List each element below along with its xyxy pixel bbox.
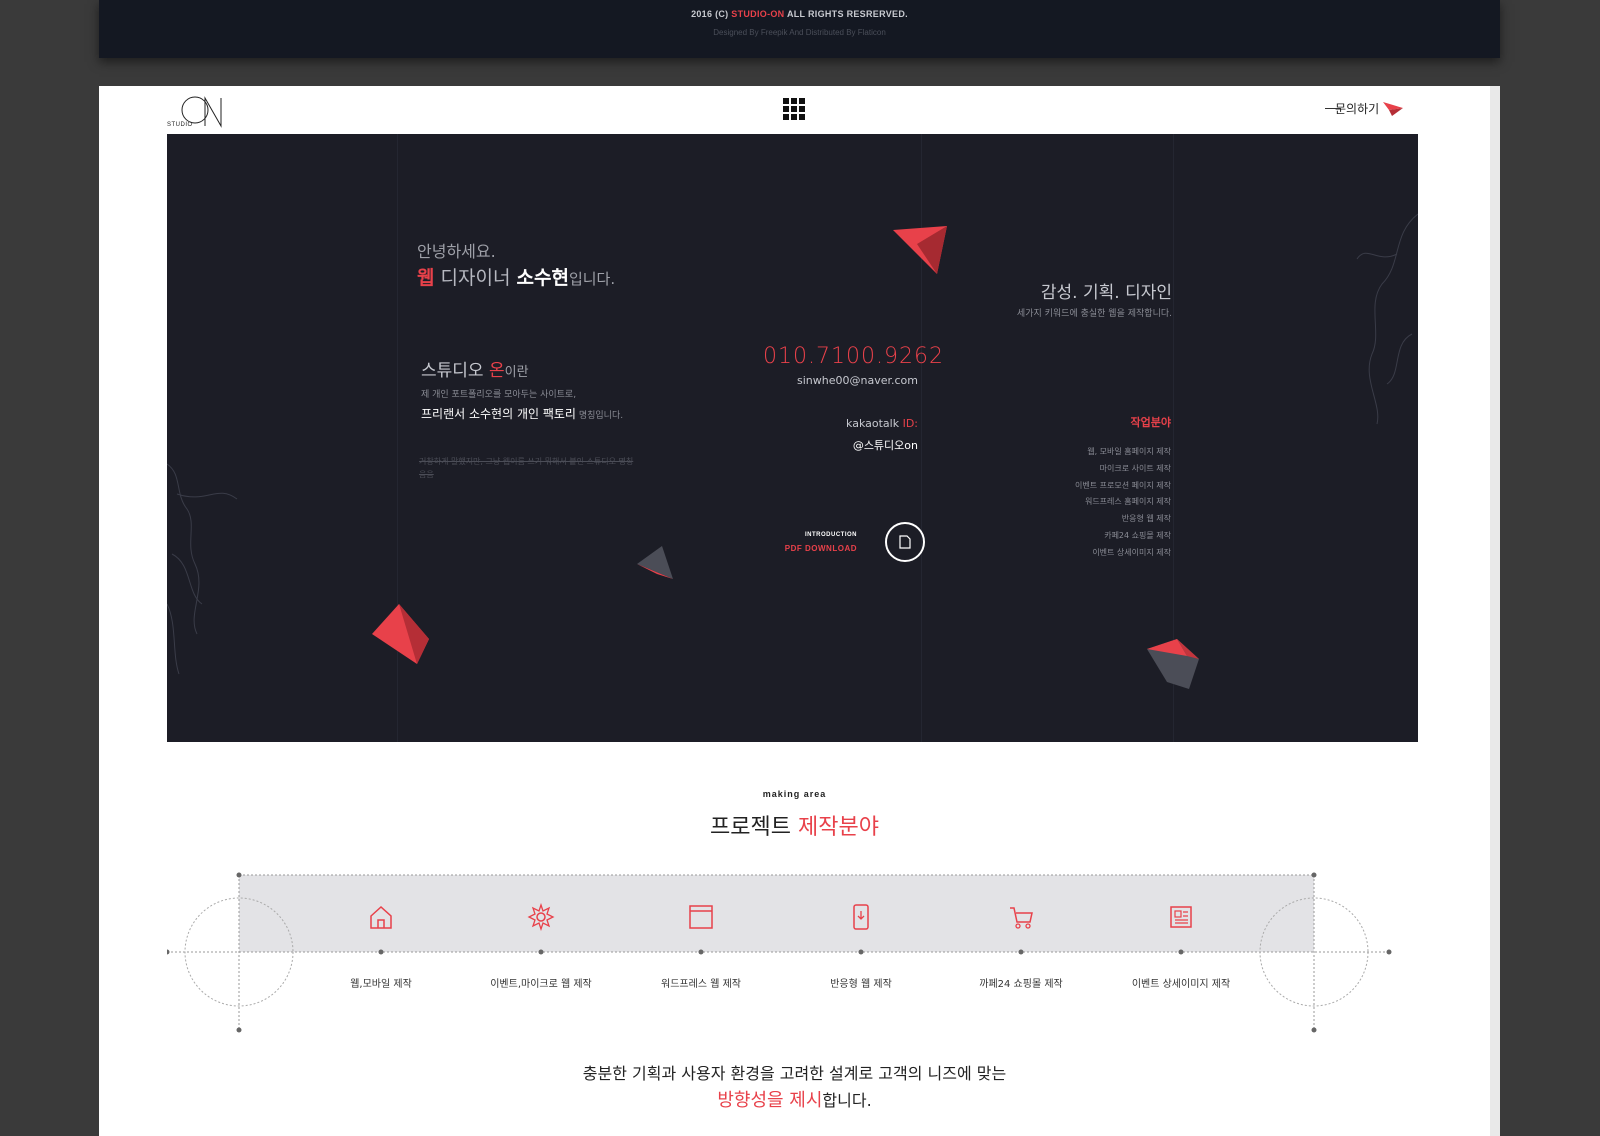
pdf-download-button[interactable]	[885, 522, 925, 562]
hero-banner: 안녕하세요. 웹 디자이너 소수현입니다. 스튜디오 온이란 제 개인 포트폴리…	[167, 134, 1418, 742]
email-address[interactable]: sinwhe00@naver.com	[763, 374, 918, 387]
section-title-red: 제작분야	[798, 815, 879, 840]
about-title: 스튜디오 온이란	[421, 356, 529, 381]
gear-icon	[527, 903, 555, 931]
top-footer-strip: 2016 (C) STUDIO-ON ALL RIGHTS RESRERVED.…	[99, 0, 1500, 58]
area-item-web-mobile[interactable]: 웹,모바일 제작	[311, 870, 451, 990]
paper-plane-icon	[1383, 102, 1404, 116]
area-label: 까페24 쇼핑몰 제작	[979, 979, 1063, 990]
house-icon	[370, 905, 392, 929]
contact-button[interactable]: 문의하기	[1325, 98, 1404, 118]
studio-on-logo[interactable]: STUDIO	[167, 92, 227, 132]
headline-name: 소수현	[516, 267, 569, 289]
work-list-item: 카페24 쇼핑몰 제작	[1104, 530, 1171, 540]
newspaper-icon	[1170, 906, 1192, 928]
document-icon	[899, 535, 911, 549]
area-item-event-detail[interactable]: 이벤트 상세이미지 제작	[1111, 870, 1251, 990]
credit-text: Designed By Freepik And Distributed By F…	[713, 28, 886, 37]
section-title: 프로젝트 제작분야	[99, 809, 1490, 841]
closing-highlight: 방향성을 제시	[717, 1090, 823, 1111]
work-area-title: 작업분야	[1130, 416, 1171, 429]
closing-line-2: 방향성을 제시합니다.	[99, 1086, 1490, 1112]
making-area-diagram: 웹,모바일 제작 이벤트,마이크로 웹 제작 워드프레스 웹 제작 반응형 웹 …	[167, 870, 1427, 1040]
page: STUDIO 문의하기 안녕하세요. 웹 디자이너 소수현입니다. 스튜디오 온…	[99, 86, 1490, 1136]
area-item-responsive[interactable]: 반응형 웹 제작	[791, 870, 931, 990]
work-list-item: 반응형 웹 제작	[1121, 514, 1171, 524]
area-item-event-micro[interactable]: 이벤트,마이크로 웹 제작	[471, 870, 611, 990]
about-line-2-strong: 프리랜서 소수현의 개인 팩토리	[421, 407, 576, 421]
phone-number: 010.7100.9262	[763, 344, 944, 369]
area-label: 이벤트,마이크로 웹 제작	[490, 979, 592, 990]
work-list-item: 마이크로 사이트 제작	[1099, 463, 1171, 473]
work-list-item: 워드프레스 홈페이지 제작	[1084, 497, 1171, 507]
about-line-2: 프리랜서 소수현의 개인 팩토리 명칭입니다.	[421, 405, 623, 422]
headline-web: 웹	[417, 267, 435, 289]
headline-designer: 디자이너	[434, 267, 517, 289]
about-line-1: 제 개인 포트폴리오를 모아두는 사이트로,	[421, 390, 577, 400]
section-subtitle: making area	[762, 789, 827, 799]
copyright-text: 2016 (C) STUDIO-ON ALL RIGHTS RESRERVED.	[99, 9, 1500, 19]
copyright-brand: STUDIO-ON	[731, 9, 785, 19]
about-title-b: 이란	[504, 365, 529, 380]
mobile-download-icon	[853, 904, 869, 930]
area-item-cafe24[interactable]: 까페24 쇼핑몰 제작	[951, 870, 1091, 990]
scrollbar[interactable]	[1490, 86, 1500, 1136]
shopping-cart-icon	[1010, 907, 1033, 929]
kakaotalk-id: @스튜디오on	[852, 439, 918, 452]
hero-greeting: 안녕하세요.	[417, 242, 496, 261]
about-title-a: 스튜디오	[421, 361, 489, 381]
keywords-subtitle: 세가지 키워드에 충실한 웹을 제작합니다.	[1016, 309, 1172, 319]
work-area-list: 웹, 모바일 홈페이지 제작 마이크로 사이트 제작 이벤트 프로모션 페이지 …	[1007, 444, 1171, 562]
area-item-wordpress[interactable]: 워드프레스 웹 제작	[631, 870, 771, 990]
area-label: 반응형 웹 제작	[830, 979, 892, 990]
closing-end: 합니다.	[822, 1091, 872, 1110]
work-list-item: 이벤트 상세이미지 제작	[1092, 547, 1171, 557]
area-label: 웹,모바일 제작	[350, 979, 412, 990]
area-label: 이벤트 상세이미지 제작	[1131, 979, 1231, 990]
kakaotalk-label: kakaotalk ID:	[763, 417, 918, 430]
work-list-item: 웹, 모바일 홈페이지 제작	[1087, 447, 1171, 456]
section-title-a: 프로젝트	[710, 815, 798, 840]
copyright-suffix: ALL RIGHTS RESRERVED.	[784, 9, 908, 19]
contact-label: 문의하기	[1335, 101, 1380, 116]
copyright-prefix: 2016 (C)	[691, 9, 732, 19]
introduction-label: INTRODUCTION	[805, 532, 857, 538]
kakao-id-label: ID:	[902, 417, 918, 430]
strikethrough-note: 거창하게 말했지만, 그냥 웹이름 쓰기 뭐해서 붙인 스튜디오 명칭 음음	[419, 457, 634, 479]
pdf-download-link[interactable]: PDF DOWNLOAD	[757, 544, 857, 553]
area-label: 워드프레스 웹 제작	[661, 979, 741, 990]
closing-line-1: 충분한 기획과 사용자 환경을 고려한 설계로 고객의 니즈에 맞는	[582, 1064, 1007, 1083]
keywords-title: 감성. 기획. 디자인	[1040, 283, 1172, 303]
grid-menu-icon[interactable]	[783, 98, 805, 120]
about-title-on: 온	[488, 361, 505, 381]
logo-on-mark	[181, 96, 222, 128]
headline-end: 입니다.	[568, 270, 616, 288]
about-line-2-small: 명칭입니다.	[575, 411, 624, 421]
hero-headline: 웹 디자이너 소수현입니다.	[417, 263, 615, 290]
kakao-label-text: kakaotalk	[846, 417, 903, 430]
contact-line	[1325, 108, 1341, 109]
work-list-item: 이벤트 프로모션 페이지 제작	[1075, 480, 1171, 490]
browser-window-icon	[689, 905, 713, 929]
